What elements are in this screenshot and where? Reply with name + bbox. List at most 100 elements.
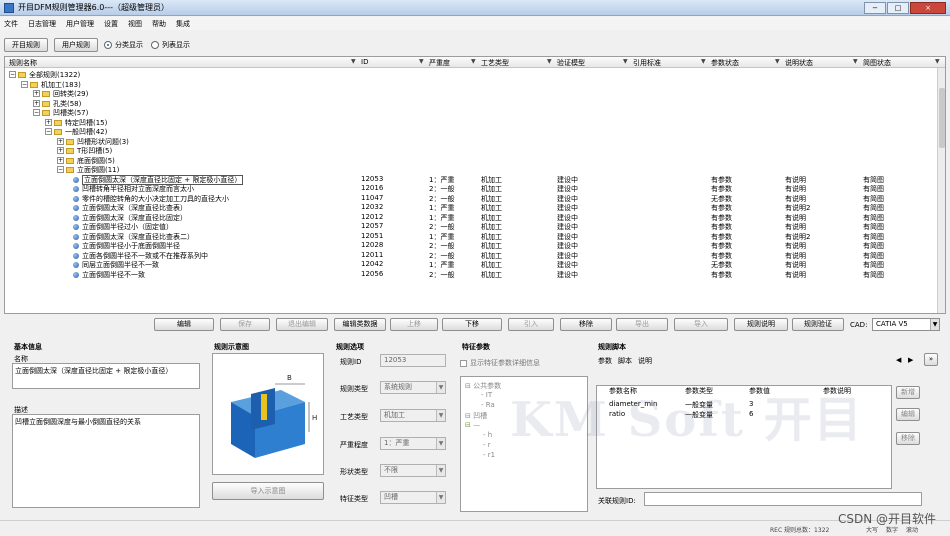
add-param-button[interactable]: 新增	[896, 386, 920, 399]
user-rules-button[interactable]: 用户规则	[54, 38, 98, 52]
expand-toggle-icon[interactable]: −	[45, 128, 52, 135]
param-column-header[interactable]: 参数类型	[681, 386, 713, 396]
param-column-header[interactable]: 参数说明	[819, 386, 851, 396]
tree-node-fillet-group[interactable]: ⊟ —	[465, 421, 480, 429]
rule-row[interactable]: 立面各倒圆半径不一致或不在推荐系列中 12011 2：一般 机加工 建设中 有参数 有说明 有…	[5, 251, 937, 261]
tab-params[interactable]: 参数	[598, 356, 612, 366]
radio-category[interactable]: 分类显示	[104, 40, 143, 50]
tree-row[interactable]: + 凹槽形状问题(3)	[5, 137, 937, 147]
close-button[interactable]: ×	[910, 2, 946, 14]
sort-icon[interactable]: ▼	[623, 58, 628, 65]
rule-row[interactable]: 立面倒圆太深（深度直径比查表二） 12051 1：严重 机加工 建设中 有参数 有说明2 有简…	[5, 232, 937, 242]
tree-node-r[interactable]: - r	[483, 441, 491, 449]
action-button[interactable]: 保存	[220, 318, 270, 331]
rule-row[interactable]: 立面倒圆半径过小（固定值） 12057 2：一般 机加工 建设中 有参数 有说明 有简图	[5, 222, 937, 232]
action-button[interactable]: 编辑	[154, 318, 214, 331]
expand-toggle-icon[interactable]: +	[57, 137, 64, 145]
action-button[interactable]: 引入	[508, 318, 554, 331]
show-detail-checkbox[interactable]: 显示特征参数详细信息	[460, 358, 540, 368]
tree-row[interactable]: + 孔类(58)	[5, 99, 937, 109]
menu-file[interactable]: 文件	[4, 19, 18, 29]
maximize-button[interactable]: □	[887, 2, 909, 14]
tree-node-r1[interactable]: - r1	[483, 451, 495, 459]
expand-toggle-icon[interactable]: +	[33, 99, 40, 107]
name-field[interactable]: 立面倒圆太深（深度直径比固定 + 限定极小直径）	[12, 363, 200, 389]
tree-node-h[interactable]: - h	[483, 431, 492, 439]
column-header[interactable]: 参数状态	[711, 58, 739, 68]
action-button[interactable]: 退出编辑	[276, 318, 328, 331]
sort-icon[interactable]: ▼	[701, 58, 706, 65]
rule-row[interactable]: 同层立面倒圆半径不一致 12042 1：严重 机加工 建设中 无参数 有说明 有简图	[5, 260, 937, 270]
menu-user[interactable]: 用户管理	[66, 19, 94, 29]
column-header[interactable]: 说明状态	[785, 58, 813, 68]
expand-toggle-icon[interactable]: −	[57, 166, 64, 173]
remove-param-button[interactable]: 移除	[896, 432, 920, 445]
kaimu-rules-button[interactable]: 开目规则	[4, 38, 48, 52]
sort-icon[interactable]: ▼	[547, 58, 552, 65]
sort-icon[interactable]: ▼	[471, 58, 476, 65]
edit-param-button[interactable]: 编辑	[896, 408, 920, 421]
rule-row[interactable]: 凹槽转角半径相对立面深度而言太小 12016 2：一般 机加工 建设中 有参数 有说明 有简图	[5, 184, 937, 194]
rule-id-field[interactable]: 12053	[380, 354, 446, 367]
tab-description[interactable]: 说明	[638, 356, 652, 366]
action-button[interactable]: 上移	[390, 318, 438, 331]
expand-toggle-icon[interactable]: −	[9, 71, 16, 78]
tree-row[interactable]: − 机加工(183)	[5, 80, 937, 90]
shape-type-select[interactable]: 不限 ▼	[380, 464, 446, 477]
column-header[interactable]: 严重度	[429, 58, 450, 68]
expand-toggle-icon[interactable]: −	[21, 80, 28, 88]
column-header[interactable]: 规则名称	[9, 58, 37, 68]
param-column-header[interactable]: 参数名称	[605, 386, 637, 396]
feature-param-tree[interactable]: ⊟ 公共参数 - IT - Ra ⊟ 凹槽 ⊟ — - h - r - r1	[460, 376, 588, 512]
tree-row[interactable]: − 全部规则(1322)	[5, 70, 937, 80]
rule-row[interactable]: 立面倒圆太深（深度直径比固定 + 限定极小直径） 12053 1：严重 机加工 建设中 有…	[5, 174, 937, 185]
scroll-thumb[interactable]	[939, 88, 945, 148]
tree-row[interactable]: − 一般凹槽(42)	[5, 127, 937, 137]
sort-icon[interactable]: ▼	[853, 58, 858, 65]
action-button[interactable]: 规则说明	[734, 318, 788, 331]
action-button[interactable]: 规则验证	[792, 318, 844, 331]
next-icon[interactable]: ▶	[908, 356, 913, 364]
menu-settings[interactable]: 设置	[104, 19, 118, 29]
expand-toggle-icon[interactable]: +	[33, 90, 40, 97]
sort-icon[interactable]: ▼	[419, 58, 424, 65]
param-cell[interactable]: diameter_min	[609, 400, 657, 408]
tree-row[interactable]: + T形凹槽(5)	[5, 146, 937, 156]
column-header[interactable]: 验证模型	[557, 58, 585, 68]
action-button[interactable]: 导入	[674, 318, 728, 331]
column-header[interactable]: 工艺类型	[481, 58, 509, 68]
action-button[interactable]: 移除	[560, 318, 612, 331]
rule-row[interactable]: 立面倒圆太深（深度直径比查表） 12032 1：严重 机加工 建设中 有参数 有说明2 有简图	[5, 203, 937, 213]
process-type-select[interactable]: 机加工 ▼	[380, 409, 446, 422]
action-button[interactable]: 下移	[442, 318, 502, 331]
rule-row[interactable]: 立面倒圆半径不一致 12056 2：一般 机加工 建设中 有参数 有说明 有简图	[5, 270, 937, 280]
tree-node-public[interactable]: ⊟ 公共参数	[465, 381, 501, 391]
import-diagram-button[interactable]: 导入示意图	[212, 482, 324, 500]
tab-script[interactable]: 脚本	[618, 356, 632, 366]
menu-view[interactable]: 视图	[128, 19, 142, 29]
cad-select[interactable]: CATIA V5 ▼	[872, 318, 940, 331]
radio-list[interactable]: 列表显示	[151, 40, 190, 50]
param-table[interactable]: 参数名称 参数类型 参数值 参数说明 diameter_min 一般变量 3 ratio 一般变…	[596, 385, 892, 489]
sort-icon[interactable]: ▼	[935, 58, 940, 65]
sort-icon[interactable]: ▼	[351, 58, 356, 65]
action-button[interactable]: 导出	[616, 318, 668, 331]
desc-field[interactable]: 凹槽立面倒圆深度与最小倒圆直径的关系	[12, 414, 200, 508]
column-header[interactable]: ID	[361, 58, 368, 66]
rule-row[interactable]: 零件的槽腔转角的大小决定加工刀具的直径大小 11047 2：一般 机加工 建设中 无参数 有…	[5, 194, 937, 204]
param-column-header[interactable]: 参数值	[745, 386, 770, 396]
tree-row[interactable]: + 特定凹槽(15)	[5, 118, 937, 128]
tree-node-pocket[interactable]: ⊟ 凹槽	[465, 411, 487, 421]
action-button[interactable]: 编辑类数据	[334, 318, 386, 331]
param-cell[interactable]: 6	[749, 410, 753, 418]
param-cell[interactable]: ratio	[609, 410, 625, 418]
expand-toggle-icon[interactable]: +	[45, 118, 52, 126]
param-cell[interactable]: 一般变量	[685, 400, 713, 410]
menu-log[interactable]: 日志管理	[28, 19, 56, 29]
column-header[interactable]: 简图状态	[863, 58, 891, 68]
menu-integration[interactable]: 集成	[176, 19, 190, 29]
expand-toggle-icon[interactable]: −	[33, 109, 40, 116]
param-cell[interactable]: 3	[749, 400, 753, 408]
tree-node-it[interactable]: - IT	[481, 391, 492, 399]
param-cell[interactable]: 一般变量	[685, 410, 713, 420]
